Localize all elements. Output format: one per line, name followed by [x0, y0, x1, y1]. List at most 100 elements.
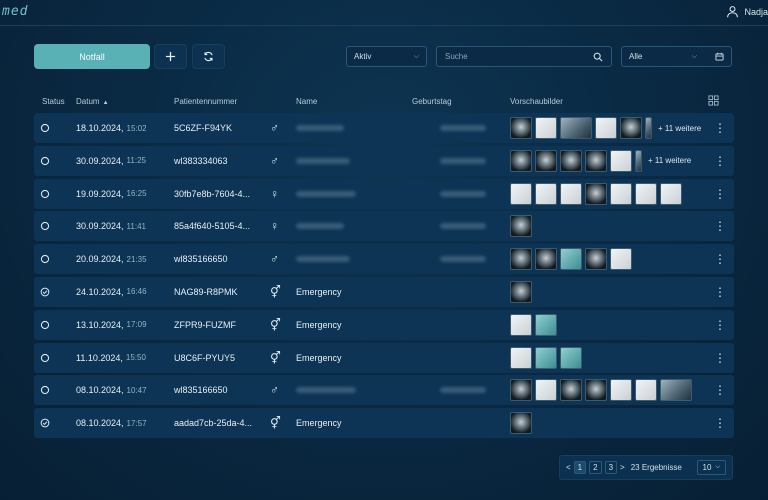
preview-thumbnail[interactable]: [645, 117, 652, 139]
preview-thumbnail[interactable]: [585, 379, 607, 402]
preview-thumbnail[interactable]: [635, 182, 657, 205]
page-2-button[interactable]: 2: [589, 461, 602, 474]
patient-name-redacted: [296, 223, 344, 230]
status-open-icon[interactable]: [40, 375, 50, 405]
row-menu-button[interactable]: ⋮: [714, 408, 726, 438]
table-row[interactable]: 24.10.2024, 16:46 NAG89-R8PMK ⚥ Emergenc…: [34, 276, 734, 307]
row-menu-button[interactable]: ⋮: [714, 310, 726, 340]
preview-thumbnail[interactable]: [535, 149, 557, 172]
status-open-icon[interactable]: [40, 211, 50, 241]
status-done-icon[interactable]: [40, 277, 50, 307]
table-row[interactable]: 11.10.2024, 15:50 U8C6F-PYUY5 ⚥ Emergenc…: [34, 342, 734, 373]
preview-thumbnail[interactable]: [510, 117, 532, 139]
status-open-icon[interactable]: [40, 113, 50, 143]
preview-thumbnail[interactable]: [510, 149, 532, 172]
grid-view-button[interactable]: [708, 95, 719, 108]
add-button[interactable]: [154, 44, 187, 69]
preview-thumbnail[interactable]: [560, 346, 582, 369]
preview-thumbnail[interactable]: [535, 313, 557, 336]
preview-thumbnail[interactable]: [610, 182, 632, 205]
date-filter-select[interactable]: Alle ⌵: [621, 46, 732, 67]
per-page-select[interactable]: 10 ⌵: [696, 460, 726, 475]
column-header-birthday[interactable]: Geburtstag: [412, 97, 452, 106]
time-value: 16:25: [126, 189, 147, 199]
preview-thumbnail[interactable]: [585, 149, 607, 172]
preview-thumbnail[interactable]: [510, 215, 532, 238]
preview-thumbnail[interactable]: [535, 182, 557, 205]
user-icon: [727, 6, 739, 18]
column-header-name[interactable]: Name: [296, 97, 317, 106]
preview-thumbnail[interactable]: [510, 313, 532, 336]
table-row[interactable]: 19.09.2024, 16:25 30fb7e8b-7604-4... ♀ ⋮: [34, 178, 734, 209]
refresh-button[interactable]: [192, 44, 225, 69]
column-header-date[interactable]: Datum ▲: [76, 97, 109, 106]
row-menu-button[interactable]: ⋮: [714, 146, 726, 176]
table-row[interactable]: 13.10.2024, 17:09 ZFPR9-FUZMF ⚥ Emergenc…: [34, 309, 734, 340]
table-row[interactable]: 30.09.2024, 11:25 wl383334063 ♂ + 11 wei…: [34, 145, 734, 176]
column-header-status[interactable]: Status: [42, 97, 65, 106]
preview-thumbnail[interactable]: [635, 149, 642, 172]
table-row[interactable]: 18.10.2024, 15:02 5C6ZF-F94YK ♂ + 11 wei…: [34, 113, 734, 143]
preview-thumbnail[interactable]: [610, 149, 632, 172]
preview-thumbnail[interactable]: [560, 379, 582, 402]
prev-page-button[interactable]: <: [566, 463, 571, 472]
status-filter-select[interactable]: Aktiv ⌵: [346, 46, 427, 67]
preview-strip: [510, 408, 532, 438]
status-open-icon[interactable]: [40, 179, 50, 209]
preview-thumbnail[interactable]: [610, 379, 632, 402]
preview-thumbnail[interactable]: [510, 182, 532, 205]
status-done-icon[interactable]: [40, 408, 50, 438]
preview-thumbnail[interactable]: [560, 117, 592, 139]
table-row[interactable]: 08.10.2024, 10:47 wl835166650 ♂ ⋮: [34, 375, 734, 406]
page-1-button[interactable]: 1: [573, 461, 587, 474]
preview-thumbnail[interactable]: [660, 379, 692, 402]
more-previews-label[interactable]: + 11 weitere: [658, 124, 701, 133]
preview-thumbnail[interactable]: [510, 346, 532, 369]
patient-name: Emergency: [296, 286, 342, 297]
birthday-cell: [440, 179, 486, 209]
preview-thumbnail[interactable]: [560, 182, 582, 205]
status-open-icon[interactable]: [40, 244, 50, 274]
search-input[interactable]: Suche: [436, 46, 612, 67]
emergency-button[interactable]: Notfall: [34, 44, 150, 69]
preview-thumbnail[interactable]: [535, 117, 557, 139]
next-page-button[interactable]: >: [620, 463, 625, 472]
patient-number: 85a4f640-5105-4...: [174, 221, 251, 232]
preview-thumbnail[interactable]: [620, 117, 642, 139]
preview-thumbnail[interactable]: [510, 412, 532, 435]
preview-thumbnail[interactable]: [635, 379, 657, 402]
gender-icon: ♀: [270, 186, 279, 201]
table-row[interactable]: 08.10.2024, 17:57 aadad7cb-25da-4... ⚥ E…: [34, 408, 734, 439]
preview-thumbnail[interactable]: [585, 182, 607, 205]
user-menu[interactable]: Nadja: [726, 5, 768, 18]
page-3-button[interactable]: 3: [604, 461, 618, 474]
row-menu-button[interactable]: ⋮: [714, 244, 726, 274]
preview-thumbnail[interactable]: [510, 379, 532, 402]
status-open-icon[interactable]: [40, 146, 50, 176]
preview-thumbnail[interactable]: [585, 248, 607, 271]
row-menu-button[interactable]: ⋮: [714, 375, 726, 405]
row-menu-button[interactable]: ⋮: [714, 277, 726, 307]
preview-thumbnail[interactable]: [535, 248, 557, 271]
table-row[interactable]: 20.09.2024, 21:35 wl835166650 ♂ ⋮: [34, 244, 734, 275]
row-menu-button[interactable]: ⋮: [714, 211, 726, 241]
preview-thumbnail[interactable]: [610, 248, 632, 271]
gender-icon: ♂: [270, 121, 279, 135]
status-open-icon[interactable]: [40, 343, 50, 373]
preview-thumbnail[interactable]: [560, 248, 582, 271]
preview-thumbnail[interactable]: [535, 379, 557, 402]
status-open-icon[interactable]: [40, 310, 50, 340]
preview-thumbnail[interactable]: [560, 149, 582, 172]
more-previews-label[interactable]: + 11 weitere: [648, 156, 691, 165]
preview-thumbnail[interactable]: [535, 346, 557, 369]
row-menu-button[interactable]: ⋮: [714, 179, 726, 209]
row-menu-button[interactable]: ⋮: [714, 113, 726, 143]
preview-thumbnail[interactable]: [510, 280, 532, 303]
table-row[interactable]: 30.09.2024, 11:41 85a4f640-5105-4... ♀ ⋮: [34, 211, 734, 242]
preview-thumbnail[interactable]: [510, 248, 532, 271]
preview-thumbnail[interactable]: [660, 182, 682, 205]
preview-thumbnail[interactable]: [595, 117, 617, 139]
row-menu-button[interactable]: ⋮: [714, 343, 726, 373]
time-value: 17:09: [126, 320, 147, 330]
column-header-patient-number[interactable]: Patientennummer: [174, 97, 237, 106]
